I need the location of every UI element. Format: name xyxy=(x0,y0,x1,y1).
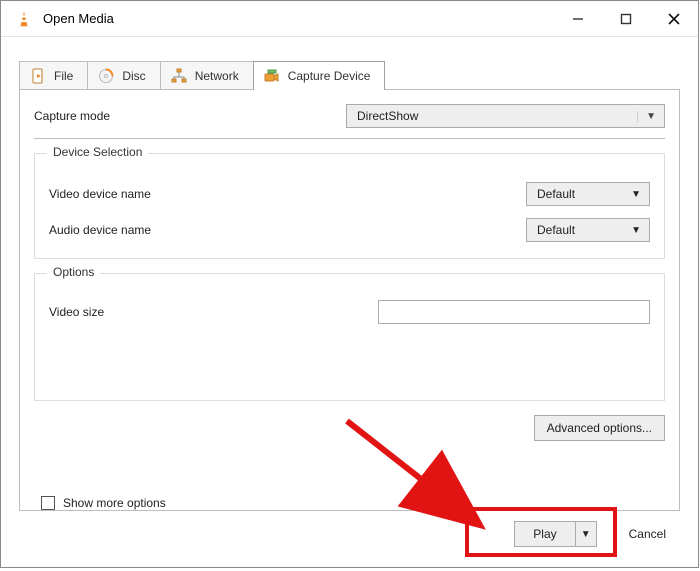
show-more-options-label: Show more options xyxy=(63,496,166,510)
audio-device-label: Audio device name xyxy=(49,223,526,237)
capture-tab-panel: Capture mode DirectShow ▼ Device Selecti… xyxy=(19,89,680,511)
tab-disc-label: Disc xyxy=(122,69,145,83)
device-selection-legend: Device Selection xyxy=(47,145,148,159)
tab-capture-device-label: Capture Device xyxy=(288,69,371,83)
window-title: Open Media xyxy=(43,11,554,26)
vlc-cone-icon xyxy=(15,10,33,28)
show-more-options-checkbox[interactable]: Show more options xyxy=(41,496,166,510)
maximize-button[interactable] xyxy=(602,1,650,36)
capture-device-icon xyxy=(264,68,280,84)
dialog-action-row: Play ▼ Cancel xyxy=(514,521,680,547)
video-device-value: Default xyxy=(537,187,575,201)
video-size-label: Video size xyxy=(49,305,378,319)
video-device-label: Video device name xyxy=(49,187,526,201)
tab-capture-device[interactable]: Capture Device xyxy=(253,61,386,90)
file-icon xyxy=(30,68,46,84)
audio-device-value: Default xyxy=(537,223,575,237)
video-device-select[interactable]: Default ▼ xyxy=(526,182,650,206)
audio-device-select[interactable]: Default ▼ xyxy=(526,218,650,242)
options-group: Options Video size xyxy=(34,273,665,401)
capture-mode-value: DirectShow xyxy=(357,109,418,123)
open-media-window: Open Media File Disc xyxy=(0,0,699,568)
chevron-down-icon: ▼ xyxy=(581,529,591,540)
cancel-button[interactable]: Cancel xyxy=(615,521,680,547)
play-dropdown-toggle[interactable]: ▼ xyxy=(576,522,596,546)
minimize-button[interactable] xyxy=(554,1,602,36)
chevron-down-icon: ▼ xyxy=(637,111,656,122)
video-size-input[interactable] xyxy=(378,300,650,324)
cancel-button-label: Cancel xyxy=(629,527,666,541)
options-legend: Options xyxy=(47,265,100,279)
network-icon xyxy=(171,68,187,84)
checkbox-box-icon xyxy=(41,496,55,510)
divider xyxy=(34,138,665,139)
capture-mode-select[interactable]: DirectShow ▼ xyxy=(346,104,665,128)
tab-file[interactable]: File xyxy=(19,61,88,90)
play-split-button[interactable]: Play ▼ xyxy=(514,521,596,547)
chevron-down-icon: ▼ xyxy=(631,189,641,200)
chevron-down-icon: ▼ xyxy=(631,225,641,236)
device-selection-group: Device Selection Video device name Defau… xyxy=(34,153,665,259)
tab-file-label: File xyxy=(54,69,73,83)
advanced-options-button[interactable]: Advanced options... xyxy=(534,415,665,441)
tab-strip: File Disc Network xyxy=(19,59,680,89)
titlebar: Open Media xyxy=(1,1,698,37)
tab-disc[interactable]: Disc xyxy=(87,61,160,90)
play-button-label: Play xyxy=(515,522,575,546)
advanced-options-label: Advanced options... xyxy=(547,421,652,435)
close-button[interactable] xyxy=(650,1,698,36)
window-buttons xyxy=(554,1,698,36)
capture-mode-label: Capture mode xyxy=(34,109,346,123)
disc-icon xyxy=(98,68,114,84)
tab-network-label: Network xyxy=(195,69,239,83)
tab-network[interactable]: Network xyxy=(160,61,254,90)
